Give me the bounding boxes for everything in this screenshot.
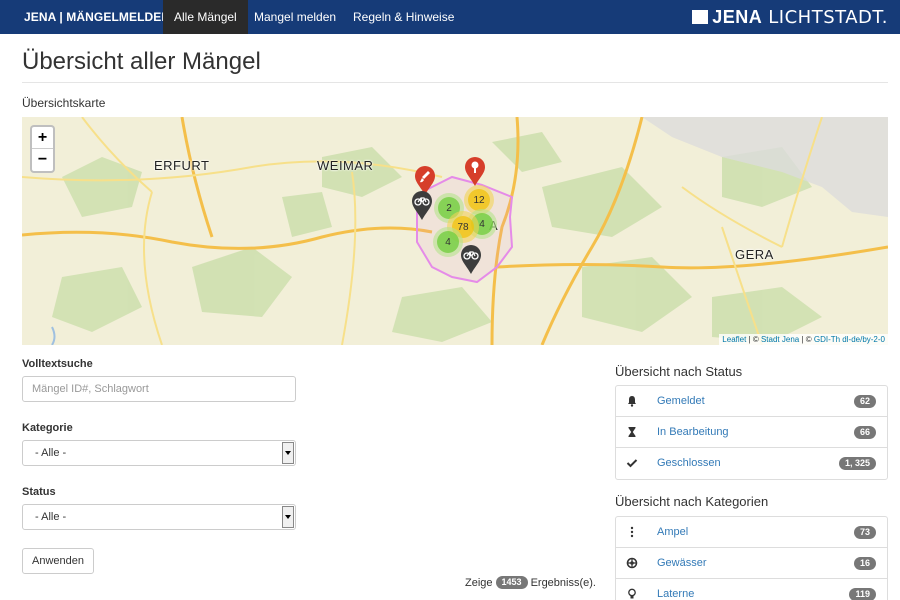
map-heading: Übersichtskarte <box>22 96 106 110</box>
lifebuoy-icon <box>626 557 638 569</box>
status-item-label[interactable]: In Bearbeitung <box>657 417 729 448</box>
nav-mangel-melden[interactable]: Mangel melden <box>243 0 347 34</box>
cluster-count: 12 <box>468 189 490 211</box>
check-icon <box>626 459 638 468</box>
page-title: Übersicht aller Mängel <box>22 48 261 75</box>
status-list: Gemeldet 62 In Bearbeitung 66 Geschlosse… <box>615 385 888 480</box>
zoom-in-button[interactable]: + <box>32 127 53 149</box>
bell-icon <box>628 396 636 407</box>
zoom-out-button[interactable]: − <box>32 149 53 171</box>
traffic-light-icon <box>630 526 634 538</box>
dropdown-arrow-icon[interactable] <box>282 442 294 464</box>
brand-link[interactable]: JENA | MÄNGELMELDER <box>24 0 170 34</box>
category-item-label[interactable]: Ampel <box>657 517 688 548</box>
category-item-ampel[interactable]: Ampel 73 <box>616 517 887 548</box>
category-select-value: - Alle - <box>35 447 67 459</box>
top-navbar: JENA | MÄNGELMELDER Alle Mängel Mangel m… <box>0 0 900 34</box>
category-panel-heading: Übersicht nach Kategorien <box>615 494 769 509</box>
status-item-geschlossen[interactable]: Geschlossen 1, 325 <box>616 448 887 479</box>
results-summary: Zeige 1453 Ergebniss(e). <box>465 576 596 589</box>
hourglass-icon <box>628 427 636 437</box>
category-item-label[interactable]: Laterne <box>657 579 694 600</box>
status-label: Status <box>22 486 56 498</box>
status-item-gemeldet[interactable]: Gemeldet 62 <box>616 386 887 417</box>
logo-light-text: LICHTSTADT. <box>768 6 888 28</box>
city-label-gera: GERA <box>735 247 774 262</box>
category-count-badge: 16 <box>853 557 876 570</box>
overview-map[interactable]: + − ERFURT WEIMAR GERA A 2 12 4 78 4 <box>22 117 888 345</box>
results-count-badge: 1453 <box>495 576 528 589</box>
status-count-badge: 66 <box>853 426 876 439</box>
map-pin-lightbulb-icon[interactable] <box>464 157 486 187</box>
city-label-weimar: WEIMAR <box>317 158 374 173</box>
status-count-badge: 1, 325 <box>838 457 876 470</box>
marker-cluster-4[interactable]: 4 <box>433 227 463 257</box>
logo-square-icon <box>692 10 709 24</box>
results-suffix: Ergebniss(e). <box>530 576 596 589</box>
category-count-badge: 119 <box>849 588 876 600</box>
title-divider <box>22 82 888 83</box>
status-panel-heading: Übersicht nach Status <box>615 364 743 379</box>
attribution-separator: | © <box>799 335 814 344</box>
status-item-label[interactable]: Gemeldet <box>657 386 705 417</box>
search-label: Volltextsuche <box>22 358 93 370</box>
status-item-label[interactable]: Geschlossen <box>657 448 721 479</box>
category-count-badge: 73 <box>853 526 876 539</box>
status-select-value: - Alle - <box>35 511 67 523</box>
logo-bold-text: JENA <box>712 6 763 27</box>
cluster-count: 4 <box>437 231 459 253</box>
nav-alle-maengel[interactable]: Alle Mängel <box>163 0 248 34</box>
gdi-license-link[interactable]: GDI-Th dl-de/by-2-0 <box>814 335 885 344</box>
attribution-separator: | © <box>746 335 761 344</box>
map-pin-bicycle-icon[interactable] <box>411 191 433 221</box>
status-item-in-bearbeitung[interactable]: In Bearbeitung 66 <box>616 417 887 448</box>
leaflet-link[interactable]: Leaflet <box>722 335 746 344</box>
category-label: Kategorie <box>22 422 73 434</box>
status-count-badge: 62 <box>853 395 876 408</box>
nav-regeln-hinweise[interactable]: Regeln & Hinweise <box>342 0 465 34</box>
results-prefix: Zeige <box>465 576 493 589</box>
lightbulb-icon <box>628 588 636 599</box>
category-item-gewaesser[interactable]: Gewässer 16 <box>616 548 887 579</box>
apply-button[interactable]: Anwenden <box>22 548 94 574</box>
search-input[interactable] <box>22 376 296 402</box>
status-select[interactable]: - Alle - <box>22 504 296 530</box>
stadt-jena-link[interactable]: Stadt Jena <box>761 335 799 344</box>
category-item-laterne[interactable]: Laterne 119 <box>616 579 887 600</box>
dropdown-arrow-icon[interactable] <box>282 506 294 528</box>
category-item-label[interactable]: Gewässer <box>657 548 707 579</box>
category-select[interactable]: - Alle - <box>22 440 296 466</box>
map-attribution: Leaflet | © Stadt Jena | © GDI-Th dl-de/… <box>719 334 888 345</box>
city-label-erfurt: ERFURT <box>154 158 210 173</box>
map-zoom-control: + − <box>30 125 55 173</box>
category-list: Ampel 73 Gewässer 16 Laterne 119 <box>615 516 888 600</box>
map-pin-bicycle-icon[interactable] <box>460 245 482 275</box>
jena-lichtstadt-logo[interactable]: JENA LICHTSTADT. <box>692 6 888 28</box>
